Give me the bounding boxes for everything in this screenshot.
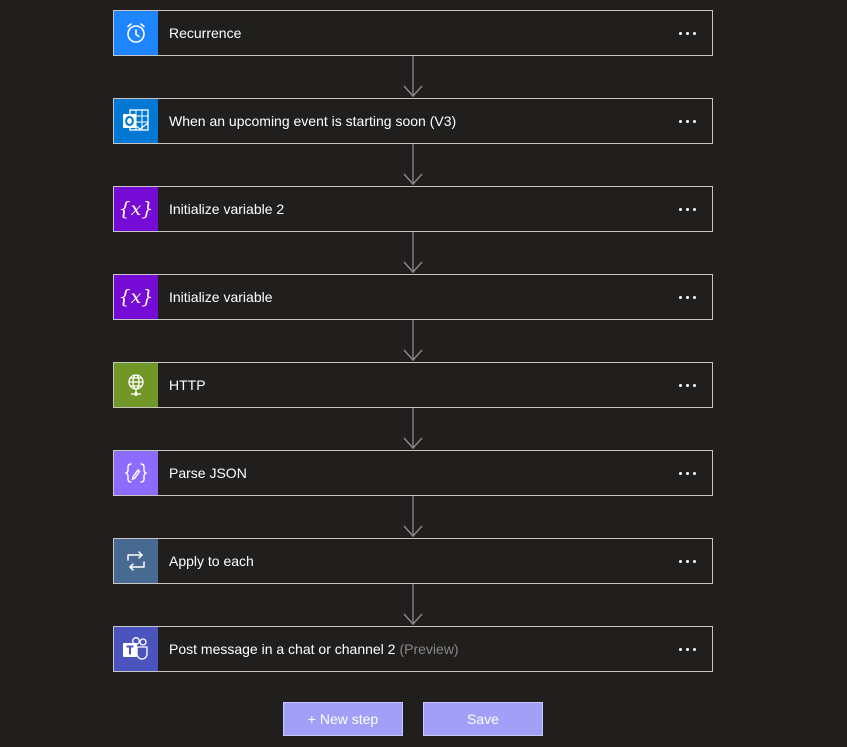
more-options-icon[interactable]	[670, 634, 704, 664]
dot	[685, 31, 689, 35]
step-title-text: Apply to each	[169, 553, 254, 569]
action-bar: + New step Save	[283, 702, 543, 736]
arrow-down-icon	[403, 408, 423, 450]
more-options-icon[interactable]	[670, 106, 704, 136]
step-title: Initialize variable	[169, 289, 670, 305]
svg-text:{𝑥}: {𝑥}	[119, 198, 153, 220]
dot	[678, 31, 682, 35]
more-options-icon[interactable]	[670, 194, 704, 224]
dot	[685, 471, 689, 475]
more-options-icon[interactable]	[670, 370, 704, 400]
step-card-upcoming-event[interactable]: When an upcoming event is starting soon …	[113, 98, 713, 144]
dot	[678, 295, 682, 299]
step-card-http[interactable]: HTTP	[113, 362, 713, 408]
step-title: HTTP	[169, 377, 670, 393]
outlook-icon	[114, 99, 158, 143]
dot	[692, 31, 696, 35]
more-options-icon[interactable]	[670, 282, 704, 312]
dot	[685, 207, 689, 211]
connector-arrow	[113, 496, 713, 538]
dot	[678, 647, 682, 651]
dot	[678, 559, 682, 563]
more-options-icon[interactable]	[670, 18, 704, 48]
arrow-down-icon	[403, 496, 423, 538]
arrow-down-icon	[403, 56, 423, 98]
connector-arrow	[113, 144, 713, 186]
dot	[678, 471, 682, 475]
step-title: When an upcoming event is starting soon …	[169, 113, 670, 129]
dot	[685, 383, 689, 387]
connector-arrow	[113, 56, 713, 98]
dot	[678, 383, 682, 387]
save-button[interactable]: Save	[423, 702, 543, 736]
arrow-down-icon	[403, 320, 423, 362]
loop-icon	[114, 539, 158, 583]
step-title-text: HTTP	[169, 377, 206, 393]
arrow-down-icon	[403, 584, 423, 626]
dot	[692, 207, 696, 211]
dot	[685, 559, 689, 563]
step-card-recurrence[interactable]: Recurrence	[113, 10, 713, 56]
step-title-text: Post message in a chat or channel 2	[169, 641, 396, 657]
dot	[685, 295, 689, 299]
step-title: Recurrence	[169, 25, 670, 41]
dot	[692, 295, 696, 299]
teams-icon	[114, 627, 158, 671]
alarm-clock-icon	[114, 11, 158, 55]
step-title-text: Recurrence	[169, 25, 242, 41]
parse-json-icon	[114, 451, 158, 495]
dot	[692, 647, 696, 651]
connector-arrow	[113, 232, 713, 274]
dot	[692, 559, 696, 563]
variable-icon: {𝑥}	[114, 275, 158, 319]
step-title-text: When an upcoming event is starting soon …	[169, 113, 457, 129]
dot	[692, 119, 696, 123]
dot	[692, 471, 696, 475]
arrow-down-icon	[403, 232, 423, 274]
step-card-initialize-variable-2[interactable]: {𝑥} Initialize variable 2	[113, 186, 713, 232]
step-title-text: Initialize variable 2	[169, 201, 285, 217]
globe-icon	[114, 363, 158, 407]
dot	[678, 207, 682, 211]
new-step-button[interactable]: + New step	[283, 702, 403, 736]
step-card-parse-json[interactable]: Parse JSON	[113, 450, 713, 496]
flow-canvas: Recurrence When an upcoming event is sta…	[113, 10, 713, 672]
dot	[685, 647, 689, 651]
step-title: Parse JSON	[169, 465, 670, 481]
step-title-text: Parse JSON	[169, 465, 247, 481]
more-options-icon[interactable]	[670, 546, 704, 576]
arrow-down-icon	[403, 144, 423, 186]
connector-arrow	[113, 320, 713, 362]
step-title-suffix: (Preview)	[399, 641, 459, 657]
step-card-post-message[interactable]: Post message in a chat or channel 2 (Prev…	[113, 626, 713, 672]
connector-arrow	[113, 408, 713, 450]
step-title-text: Initialize variable	[169, 289, 273, 305]
connector-arrow	[113, 584, 713, 626]
svg-text:{𝑥}: {𝑥}	[119, 286, 153, 308]
dot	[678, 119, 682, 123]
dot	[692, 383, 696, 387]
step-card-apply-to-each[interactable]: Apply to each	[113, 538, 713, 584]
more-options-icon[interactable]	[670, 458, 704, 488]
dot	[685, 119, 689, 123]
step-title: Initialize variable 2	[169, 201, 670, 217]
step-title: Apply to each	[169, 553, 670, 569]
step-card-initialize-variable[interactable]: {𝑥} Initialize variable	[113, 274, 713, 320]
variable-icon: {𝑥}	[114, 187, 158, 231]
step-title: Post message in a chat or channel 2 (Prev…	[169, 641, 670, 657]
